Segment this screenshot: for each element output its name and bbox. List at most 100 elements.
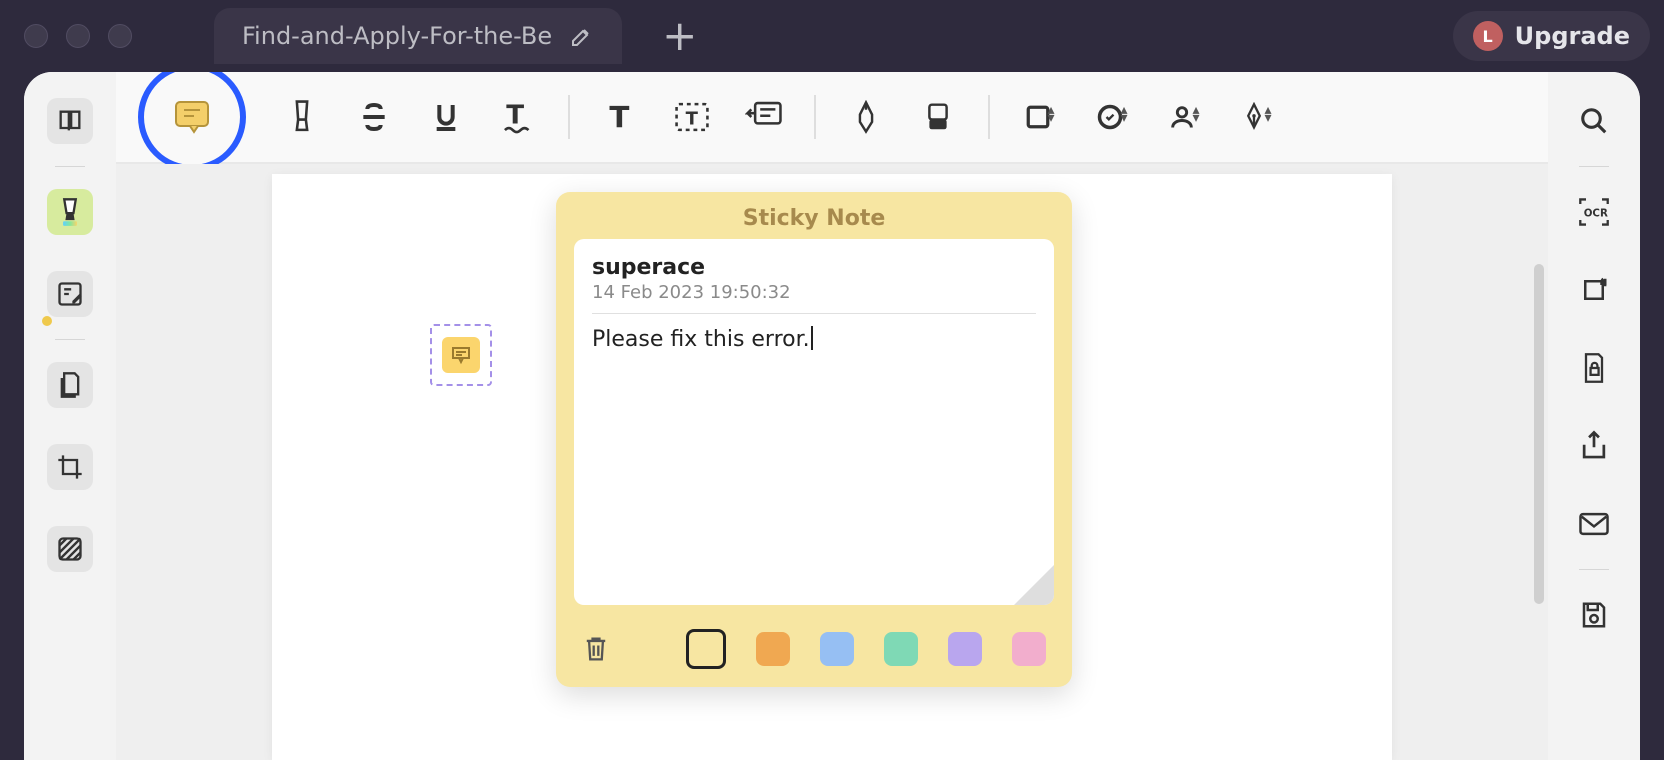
shape-dropdown-caret[interactable]: ▴▾ [1047,109,1054,125]
save-button[interactable] [1571,592,1617,638]
new-tab-button[interactable]: + [662,15,697,57]
pen-note-icon [56,280,84,308]
sticky-note-author: superace [592,255,1036,280]
note-color-blue[interactable] [820,632,854,666]
strikethrough-icon [358,101,390,133]
sidebar-pagelist-button[interactable] [47,362,93,408]
rotate-icon [1579,275,1609,305]
book-icon [56,107,84,135]
sidebar-annotate-button[interactable] [47,271,93,317]
window-titlebar: Find-and-Apply-For-the-Be + L Upgrade [0,0,1664,72]
squiggly-underline-button[interactable]: T [482,89,554,145]
user-avatar: L [1473,21,1503,51]
minimize-window-dot[interactable] [66,24,90,48]
eraser-icon [923,101,953,133]
sticky-note-body[interactable]: superace 14 Feb 2023 19:50:32 Please fix… [574,239,1054,605]
lock-page-icon [1580,352,1608,384]
user-stamp-button[interactable]: ▴▾ [1148,89,1220,145]
pages-icon [56,371,84,399]
shape-tool-button[interactable]: ▴▾ [1004,89,1076,145]
note-color-orange[interactable] [756,632,790,666]
ocr-button[interactable]: OCR [1571,189,1617,235]
highlight-tool-button[interactable] [266,89,338,145]
underline-button[interactable] [410,89,482,145]
sticky-note-text[interactable]: Please fix this error. [592,326,1036,352]
highlighter-icon [56,197,84,227]
document-tab[interactable]: Find-and-Apply-For-the-Be [214,8,622,64]
signature-dropdown-caret[interactable]: ▴▾ [1264,109,1271,125]
svg-text:T: T [609,101,629,133]
left-toolbar [24,72,116,760]
share-button[interactable] [1571,423,1617,469]
squiggly-icon: T [501,100,535,134]
svg-text:T: T [686,109,699,130]
rotate-button[interactable] [1571,267,1617,313]
center-pane: T T T [116,72,1548,760]
pen-icon [851,100,881,134]
sidebar-thumbnails-button[interactable] [47,98,93,144]
note-color-teal[interactable] [884,632,918,666]
strikethrough-button[interactable] [338,89,410,145]
search-button[interactable] [1571,98,1617,144]
window-controls [24,24,132,48]
security-button[interactable] [1571,345,1617,391]
user-dropdown-caret[interactable]: ▴▾ [1192,109,1199,125]
sidebar-pattern-button[interactable] [47,526,93,572]
share-icon [1579,430,1609,462]
callout-icon [745,100,783,134]
document-tab-title: Find-and-Apply-For-the-Be [242,22,552,50]
text-tool-button[interactable]: T [584,89,656,145]
sticky-note-footer [574,629,1054,669]
search-icon [1579,106,1609,136]
ocr-icon: OCR [1578,197,1610,227]
eraser-tool-button[interactable] [902,89,974,145]
upgrade-label: Upgrade [1515,22,1630,50]
svg-text:T: T [506,101,524,131]
textbox-icon: T [674,101,710,133]
close-window-dot[interactable] [24,24,48,48]
right-toolbar: OCR [1548,72,1640,760]
note-color-pink[interactable] [1012,632,1046,666]
sticky-note-header: Sticky Note [574,206,1054,231]
app-window: T T T [24,72,1640,760]
sidebar-crop-button[interactable] [47,444,93,490]
stamp-tool-button[interactable]: ▴▾ [1076,89,1148,145]
sidebar-active-dot [42,316,52,326]
sticky-page-curl [1014,565,1054,605]
pattern-icon [56,535,84,563]
page-canvas[interactable]: Sticky Note superace 14 Feb 2023 19:50:3… [116,164,1548,760]
format-toolbar: T T T [116,72,1548,164]
pen-tool-button[interactable] [830,89,902,145]
text-cursor [811,326,813,350]
document-page[interactable]: Sticky Note superace 14 Feb 2023 19:50:3… [272,174,1392,760]
crop-icon [56,453,84,481]
save-icon [1579,600,1609,630]
note-anchor-on-page[interactable] [430,324,492,386]
marker-icon [286,99,318,135]
mail-icon [1578,511,1610,537]
callout-tool-button[interactable] [728,89,800,145]
stamp-dropdown-caret[interactable]: ▴▾ [1120,109,1127,125]
textbox-tool-button[interactable]: T [656,89,728,145]
mail-button[interactable] [1571,501,1617,547]
edit-tab-icon[interactable] [570,24,594,48]
zoom-window-dot[interactable] [108,24,132,48]
note-anchor-icon [442,337,480,373]
upgrade-button[interactable]: L Upgrade [1453,11,1650,61]
svg-text:OCR: OCR [1584,208,1608,220]
scrollbar-thumb[interactable] [1534,264,1544,604]
trash-icon [582,634,610,664]
sticky-note-timestamp: 14 Feb 2023 19:50:32 [592,282,1036,303]
underline-icon [430,101,462,133]
note-color-purple[interactable] [948,632,982,666]
sticky-note-text-value: Please fix this error. [592,327,810,352]
sticky-note-popover: Sticky Note superace 14 Feb 2023 19:50:3… [556,192,1072,687]
text-icon: T [604,101,636,133]
note-color-none[interactable] [686,629,726,669]
delete-note-button[interactable] [582,634,610,664]
comment-note-tool-active[interactable] [138,72,246,171]
sticky-note-icon [172,98,212,136]
signature-button[interactable]: ▴▾ [1220,89,1292,145]
sidebar-highlighter-button[interactable] [47,189,93,235]
vertical-scrollbar[interactable] [1532,264,1546,600]
